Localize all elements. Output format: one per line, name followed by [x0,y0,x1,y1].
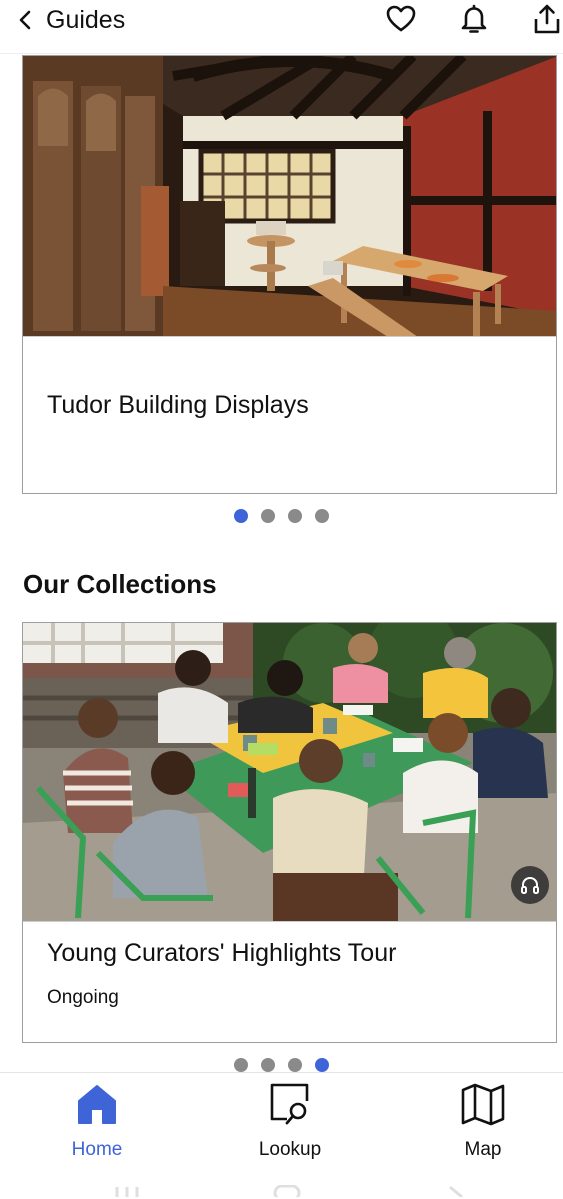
carousel-dot-4[interactable] [315,1058,329,1072]
notifications-button[interactable] [457,2,491,36]
nav-map-label: Map [464,1139,502,1160]
carousel-dot-1[interactable] [234,1058,248,1072]
carousel-indicator-collections [0,1058,563,1072]
nav-home[interactable]: Home [27,1081,167,1161]
carousel-dot-2[interactable] [261,509,275,523]
carousel-dot-3[interactable] [288,1058,302,1072]
nav-lookup-label: Lookup [258,1139,322,1160]
favorite-button[interactable] [384,2,418,36]
nav-lookup[interactable]: Lookup [220,1081,360,1161]
page-title: Guides [46,5,126,34]
carousel-indicator-top [0,509,563,523]
carousel-dot-4[interactable] [315,509,329,523]
section-heading: Our Collections [23,569,217,599]
system-back-icon [449,1185,463,1197]
young-curators-workshop-photo [23,623,556,922]
back-button[interactable]: Guides [16,2,125,38]
tudor-interior-photo [23,56,556,337]
back-chevron-icon [19,10,31,30]
guide-card-young-curators[interactable]: Young Curators' Highlights Tour Ongoing [22,622,557,1043]
bottom-navigation: Home Lookup Map [0,1072,563,1199]
system-home-icon [273,1185,301,1197]
nav-home-label: Home [71,1139,123,1160]
carousel-dot-1[interactable] [234,509,248,523]
map-icon [461,1083,505,1126]
carousel-dot-2[interactable] [261,1058,275,1072]
heart-icon [386,5,416,32]
nav-map[interactable]: Map [413,1081,553,1161]
headphones-icon [521,876,539,894]
home-icon [78,1085,116,1124]
share-icon [534,4,560,34]
guide-card-title: Young Curators' Highlights Tour [47,939,397,967]
guide-card-status: Ongoing [47,987,119,1008]
guide-card-title: Tudor Building Displays [47,391,309,419]
system-recents-icon [115,1187,139,1197]
lookup-icon [270,1083,309,1125]
guides-scroll-area[interactable]: Tudor Building Displays Our Collections [0,55,563,1072]
share-button[interactable] [530,2,563,36]
top-app-bar: Guides [0,0,563,54]
bell-icon [461,4,487,33]
audio-guide-badge[interactable] [511,866,549,904]
guide-card-tudor[interactable]: Tudor Building Displays [22,55,557,494]
carousel-dot-3[interactable] [288,509,302,523]
